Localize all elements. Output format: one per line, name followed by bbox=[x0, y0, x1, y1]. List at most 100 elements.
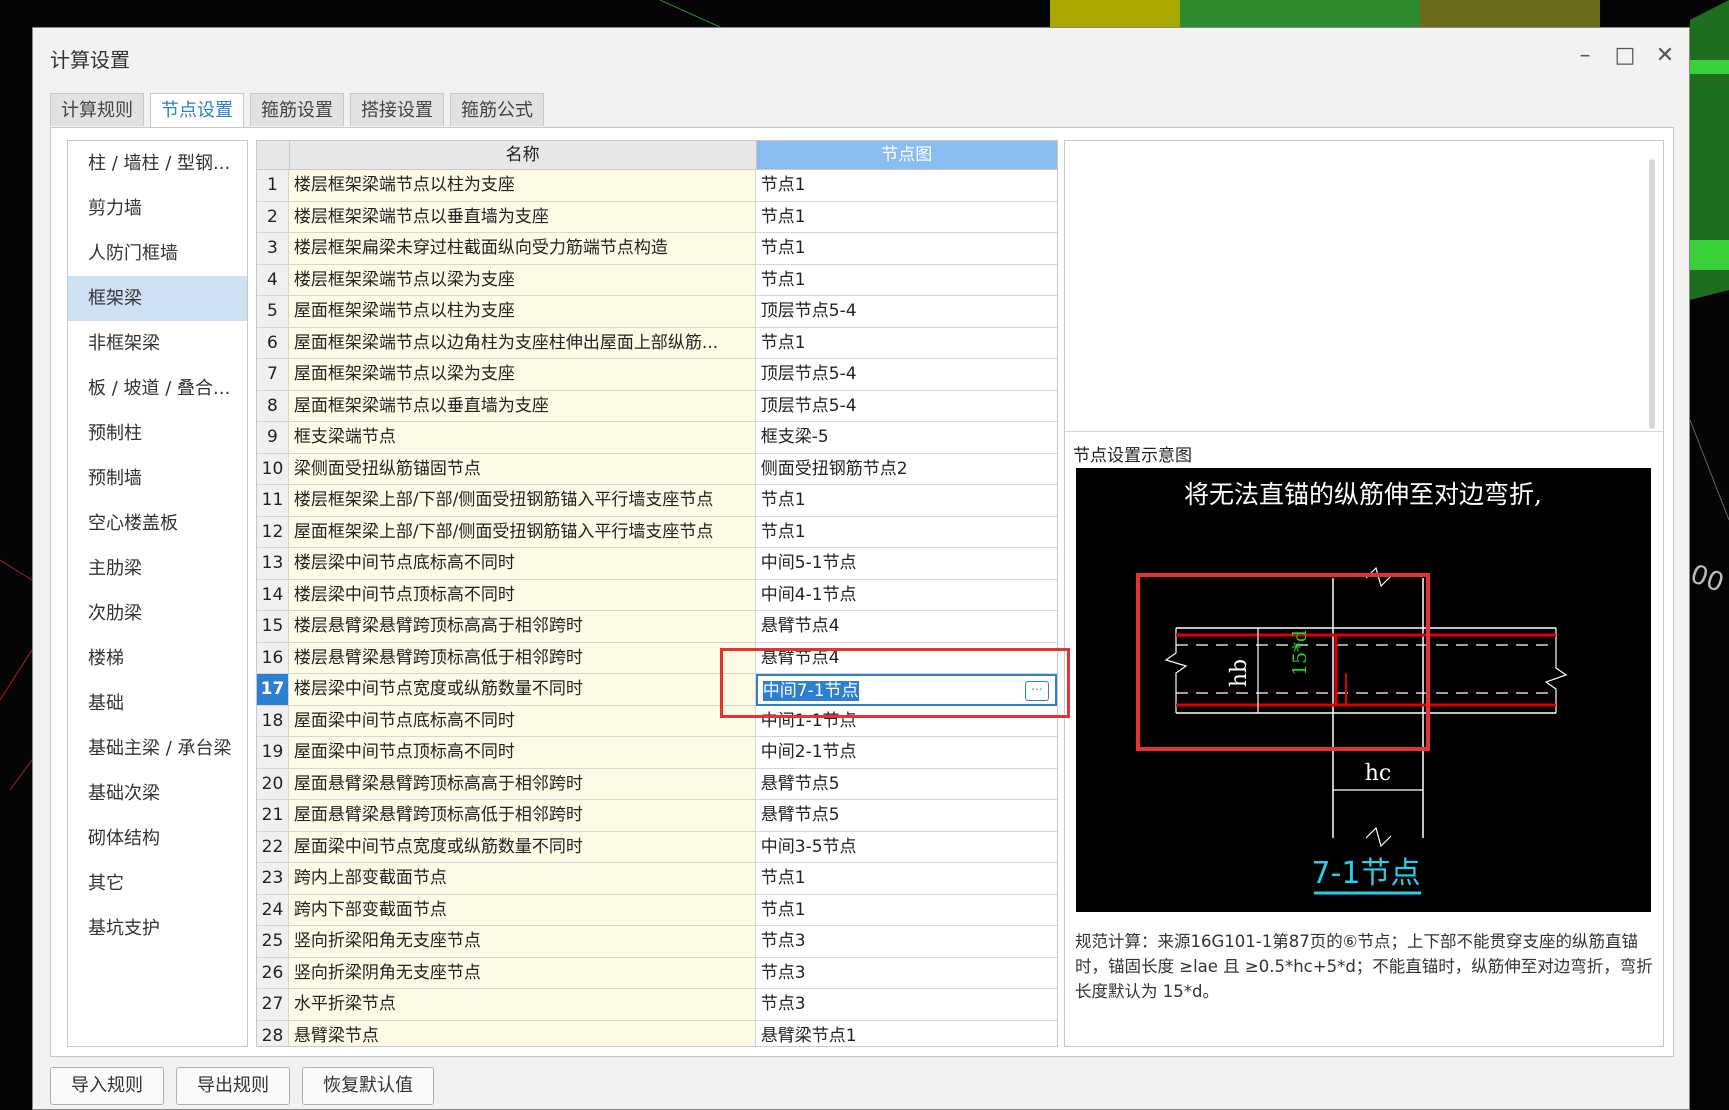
table-row[interactable]: 9 框支梁端节点 框支梁-5 bbox=[257, 422, 1057, 454]
sidebar-item-stairs[interactable]: 楼梯 bbox=[68, 636, 247, 681]
row-node-cell[interactable]: 悬臂节点5 bbox=[755, 800, 1057, 832]
row-number: 5 bbox=[257, 296, 289, 328]
table-row[interactable]: 5 屋面框架梁端节点以柱为支座 顶层节点5-4 bbox=[257, 296, 1057, 328]
row-node-cell[interactable]: 中间4-1节点 bbox=[755, 579, 1057, 611]
sidebar-item-column[interactable]: 柱 / 墙柱 / 型钢... bbox=[68, 141, 247, 186]
row-name-cell: 楼层框架梁端节点以柱为支座 bbox=[288, 170, 756, 202]
column-header-name[interactable]: 名称 bbox=[289, 141, 757, 170]
row-number: 27 bbox=[257, 989, 289, 1021]
table-row[interactable]: 4 楼层框架梁端节点以梁为支座 节点1 bbox=[257, 264, 1057, 296]
table-row[interactable]: 15 楼层悬臂梁悬臂跨顶标高高于相邻跨时 悬臂节点4 bbox=[257, 611, 1057, 643]
row-node-cell[interactable]: 中间2-1节点 bbox=[755, 737, 1057, 769]
sidebar-item-secondary-rib-beam[interactable]: 次肋梁 bbox=[68, 591, 247, 636]
close-icon[interactable]: ✕ bbox=[1651, 42, 1679, 70]
row-node-cell[interactable]: 节点3 bbox=[755, 989, 1057, 1021]
row-node-cell[interactable]: 顶层节点5-4 bbox=[755, 359, 1057, 391]
row-number: 7 bbox=[257, 359, 289, 391]
row-name-cell: 楼层梁中间节点顶标高不同时 bbox=[288, 579, 756, 611]
import-rules-button[interactable]: 导入规则 bbox=[50, 1067, 164, 1105]
row-name-cell: 屋面梁中间节点顶标高不同时 bbox=[288, 737, 756, 769]
row-node-cell[interactable]: 框支梁-5 bbox=[755, 422, 1057, 454]
column-header-node[interactable]: 节点图 bbox=[756, 141, 1057, 170]
row-node-cell[interactable]: 中间3-5节点 bbox=[755, 831, 1057, 863]
diagram-highlight-box bbox=[1136, 573, 1430, 751]
table-row[interactable]: 22 屋面梁中间节点宽度或纵筋数量不同时 中间3-5节点 bbox=[257, 831, 1057, 863]
sidebar-item-slab[interactable]: 板 / 坡道 / 叠合... bbox=[68, 366, 247, 411]
row-node-cell[interactable]: 节点1 bbox=[755, 894, 1057, 926]
sidebar-item-other[interactable]: 其它 bbox=[68, 861, 247, 906]
table-row[interactable]: 7 屋面框架梁端节点以梁为支座 顶层节点5-4 bbox=[257, 359, 1057, 391]
row-number: 9 bbox=[257, 422, 289, 454]
sidebar-item-civil-defense-wall[interactable]: 人防门框墙 bbox=[68, 231, 247, 276]
tab-stirrup-settings[interactable]: 箍筋设置 bbox=[250, 93, 344, 126]
table-row[interactable]: 27 水平折梁节点 节点3 bbox=[257, 989, 1057, 1021]
row-node-cell[interactable]: 侧面受扭钢筋节点2 bbox=[755, 453, 1057, 485]
minimize-icon[interactable]: – bbox=[1571, 42, 1599, 70]
row-number: 21 bbox=[257, 800, 289, 832]
table-row[interactable]: 12 屋面框架梁上部/下部/侧面受扭钢筋锚入平行墙支座节点 节点1 bbox=[257, 516, 1057, 548]
table-row[interactable]: 3 楼层框架扁梁未穿过柱截面纵向受力筋端节点构造 节点1 bbox=[257, 233, 1057, 265]
table-row[interactable]: 24 跨内下部变截面节点 节点1 bbox=[257, 894, 1057, 926]
table-row[interactable]: 20 屋面悬臂梁悬臂跨顶标高高于相邻跨时 悬臂节点5 bbox=[257, 768, 1057, 800]
grid-header: 名称 节点图 bbox=[257, 141, 1057, 170]
row-number: 18 bbox=[257, 705, 289, 737]
sidebar-item-non-frame-beam[interactable]: 非框架梁 bbox=[68, 321, 247, 366]
tab-lap-settings[interactable]: 搭接设置 bbox=[350, 93, 444, 126]
sidebar-item-foundation[interactable]: 基础 bbox=[68, 681, 247, 726]
table-row[interactable]: 13 楼层梁中间节点底标高不同时 中间5-1节点 bbox=[257, 548, 1057, 580]
table-row[interactable]: 23 跨内上部变截面节点 节点1 bbox=[257, 863, 1057, 895]
row-node-cell[interactable]: 顶层节点5-4 bbox=[755, 390, 1057, 422]
table-row[interactable]: 6 屋面框架梁端节点以边角柱为支座柱伸出屋面上部纵筋... 节点1 bbox=[257, 327, 1057, 359]
row-node-cell[interactable]: 中间5-1节点 bbox=[755, 548, 1057, 580]
row-node-cell[interactable]: 节点1 bbox=[755, 170, 1057, 202]
maximize-icon[interactable]: □ bbox=[1611, 42, 1639, 70]
export-rules-button[interactable]: 导出规则 bbox=[176, 1067, 290, 1105]
table-row[interactable]: 11 楼层框架梁上部/下部/侧面受扭钢筋锚入平行墙支座节点 节点1 bbox=[257, 485, 1057, 517]
table-row[interactable]: 26 竖向折梁阴角无支座节点 节点3 bbox=[257, 957, 1057, 989]
row-number: 16 bbox=[257, 642, 289, 674]
sidebar-item-pit-support[interactable]: 基坑支护 bbox=[68, 906, 247, 951]
row-node-cell[interactable]: 悬臂节点5 bbox=[755, 768, 1057, 800]
diagram-node-title: 7-1节点 bbox=[1312, 856, 1421, 891]
row-name-cell: 竖向折梁阳角无支座节点 bbox=[288, 926, 756, 958]
table-row[interactable]: 21 屋面悬臂梁悬臂跨顶标高低于相邻跨时 悬臂节点5 bbox=[257, 800, 1057, 832]
table-row[interactable]: 8 屋面框架梁端节点以垂直墙为支座 顶层节点5-4 bbox=[257, 390, 1057, 422]
sidebar-item-foundation-main-beam[interactable]: 基础主梁 / 承台梁 bbox=[68, 726, 247, 771]
sidebar-item-masonry[interactable]: 砌体结构 bbox=[68, 816, 247, 861]
row-node-cell[interactable]: 节点1 bbox=[755, 863, 1057, 895]
table-row[interactable]: 14 楼层梁中间节点顶标高不同时 中间4-1节点 bbox=[257, 579, 1057, 611]
row-node-cell[interactable]: 节点1 bbox=[755, 233, 1057, 265]
table-row[interactable]: 19 屋面梁中间节点顶标高不同时 中间2-1节点 bbox=[257, 737, 1057, 769]
sidebar-item-foundation-secondary-beam[interactable]: 基础次梁 bbox=[68, 771, 247, 816]
vertical-scrollbar[interactable] bbox=[1649, 159, 1655, 429]
row-node-cell[interactable]: 节点3 bbox=[755, 926, 1057, 958]
row-node-cell[interactable]: 节点1 bbox=[755, 485, 1057, 517]
sidebar-item-shear-wall[interactable]: 剪力墙 bbox=[68, 186, 247, 231]
sidebar-item-hollow-slab[interactable]: 空心楼盖板 bbox=[68, 501, 247, 546]
row-node-cell[interactable]: 节点1 bbox=[755, 201, 1057, 233]
tab-node-settings[interactable]: 节点设置 bbox=[150, 93, 244, 128]
table-row[interactable]: 2 楼层框架梁端节点以垂直墙为支座 节点1 bbox=[257, 201, 1057, 233]
row-node-cell[interactable]: 节点3 bbox=[755, 957, 1057, 989]
row-node-cell[interactable]: 顶层节点5-4 bbox=[755, 296, 1057, 328]
sidebar-item-main-rib-beam[interactable]: 主肋梁 bbox=[68, 546, 247, 591]
row-node-cell[interactable]: 悬臂梁节点1 bbox=[755, 1020, 1057, 1046]
row-node-cell[interactable]: 悬臂节点4 bbox=[755, 611, 1057, 643]
tab-calc-rules[interactable]: 计算规则 bbox=[50, 93, 144, 126]
sidebar-item-precast-column[interactable]: 预制柱 bbox=[68, 411, 247, 456]
sidebar-item-precast-wall[interactable]: 预制墙 bbox=[68, 456, 247, 501]
table-row[interactable]: 1 楼层框架梁端节点以柱为支座 节点1 bbox=[257, 170, 1057, 202]
table-row[interactable]: 28 悬臂梁节点 悬臂梁节点1 bbox=[257, 1020, 1057, 1046]
row-node-cell[interactable]: 节点1 bbox=[755, 264, 1057, 296]
row-node-cell[interactable]: 节点1 bbox=[755, 327, 1057, 359]
tab-content: 柱 / 墙柱 / 型钢... 剪力墙 人防门框墙 框架梁 非框架梁 板 / 坡道… bbox=[50, 127, 1674, 1057]
sidebar-item-frame-beam[interactable]: 框架梁 bbox=[68, 276, 247, 321]
row-number: 10 bbox=[257, 453, 289, 485]
tab-stirrup-formula[interactable]: 箍筋公式 bbox=[450, 93, 544, 126]
table-row[interactable]: 25 竖向折梁阳角无支座节点 节点3 bbox=[257, 926, 1057, 958]
restore-defaults-button[interactable]: 恢复默认值 bbox=[302, 1067, 434, 1105]
row-name-cell: 楼层悬臂梁悬臂跨顶标高高于相邻跨时 bbox=[288, 611, 756, 643]
row-node-cell[interactable]: 节点1 bbox=[755, 516, 1057, 548]
table-row[interactable]: 10 梁侧面受扭纵筋锚固节点 侧面受扭钢筋节点2 bbox=[257, 453, 1057, 485]
row-name-cell: 屋面框架梁端节点以垂直墙为支座 bbox=[288, 390, 756, 422]
